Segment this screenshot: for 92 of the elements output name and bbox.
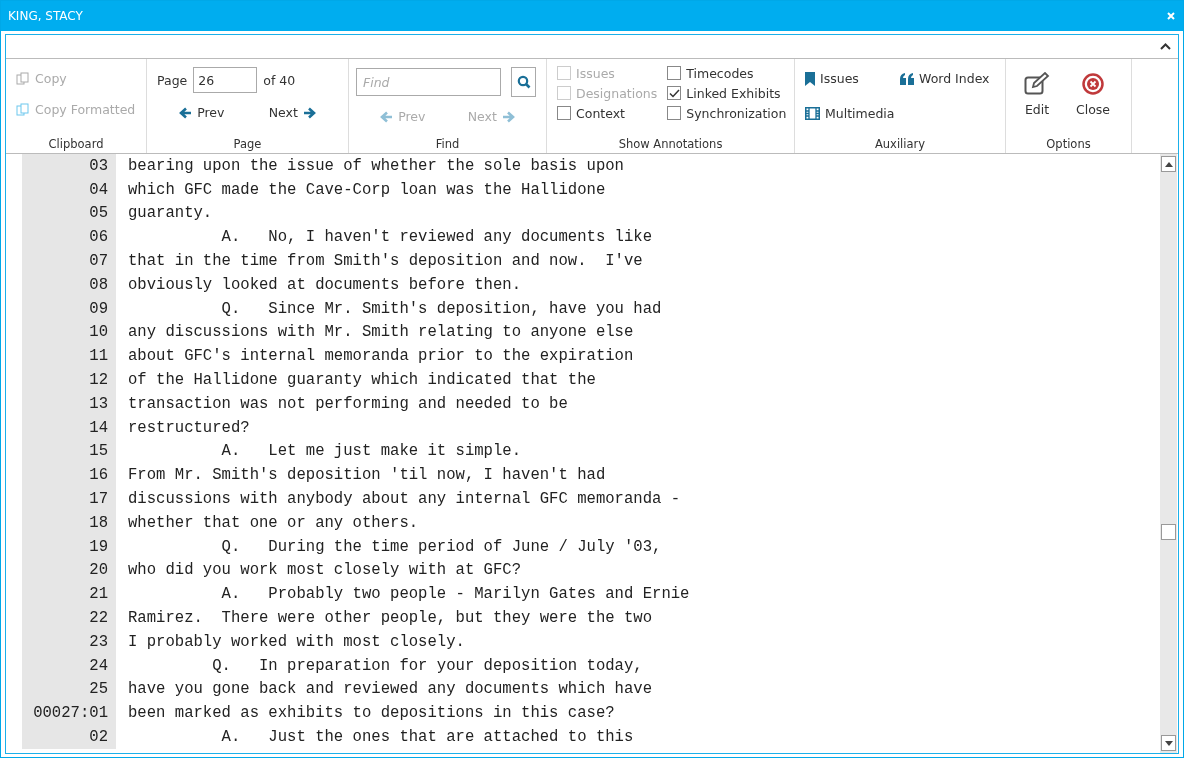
window-title: KING, STACY — [8, 9, 83, 23]
film-icon — [805, 107, 820, 120]
close-circle-icon — [1081, 72, 1106, 96]
transcript-line: which GFC made the Cave-Corp loan was the Hallidone — [128, 180, 606, 199]
auxiliary-button[interactable]: Word Index — [900, 71, 995, 86]
prev-page-button[interactable]: Prev — [179, 105, 225, 120]
line-number: 05 — [22, 201, 116, 226]
transcript-line: guaranty. — [128, 204, 213, 223]
group-label: Auxiliary — [873, 137, 927, 153]
pencil-square-icon — [1024, 72, 1050, 96]
close-button[interactable]: Close — [1076, 72, 1111, 137]
up-triangle-icon[interactable] — [1164, 161, 1173, 167]
line-number: 04 — [22, 177, 116, 202]
group-label: Find — [434, 137, 461, 153]
line-number: 25 — [22, 677, 116, 702]
line-number: 15 — [22, 439, 116, 464]
edit-button[interactable]: Edit — [1024, 72, 1050, 137]
transcript-line: obviously looked at documents before then. — [128, 275, 522, 294]
quote-icon — [900, 72, 914, 85]
transcript-line: who did you work most closely with at GFC? — [128, 561, 522, 580]
check-icon — [668, 88, 680, 98]
auxiliary-button[interactable]: Multimedia — [805, 106, 900, 121]
line-number: 19 — [22, 534, 116, 559]
annotation-checkbox[interactable]: Synchronization — [667, 105, 787, 121]
line-number: 23 — [22, 629, 116, 654]
next-page-button[interactable]: Next — [268, 105, 316, 120]
group-label: Options — [1045, 137, 1092, 153]
line-number: 10 — [22, 320, 116, 345]
page-number-field[interactable]: 26 — [193, 67, 258, 93]
transcript-line: Q. Since Mr. Smith's deposition, have you had — [220, 299, 662, 318]
transcript-line: Q. In preparation for your deposition today, — [211, 656, 643, 675]
right-arrow-icon — [501, 110, 515, 123]
copy-icon — [16, 71, 30, 86]
annotation-checkbox[interactable]: Context — [557, 105, 658, 121]
line-number: 07 — [22, 249, 116, 273]
transcript-line: A. Just the ones that are attached to this — [220, 728, 634, 746]
transcript-line: From Mr. Smith's deposition 'til now, I haven't had — [128, 466, 606, 485]
line-number: 12 — [22, 368, 116, 392]
transcript-line: been marked as exhibits to depositions in this case? — [128, 704, 615, 723]
annotation-checkbox[interactable]: Linked Exhibits — [667, 85, 787, 101]
line-number: 17 — [22, 487, 116, 511]
transcript-line: Ramirez. There were other people, but they were the two — [128, 609, 653, 628]
bookmark-icon — [805, 71, 815, 86]
transcript-line: bearing upon the issue of whether the sole basis upon — [128, 156, 624, 175]
transcript-line: A. Let me just make it simple. — [220, 442, 522, 461]
line-number: 02 — [22, 725, 116, 749]
group-label: Page — [232, 137, 263, 153]
line-number: 14 — [22, 415, 116, 440]
line-number: 18 — [22, 510, 116, 535]
left-arrow-icon — [380, 110, 394, 123]
transcript-line: any discussions with Mr. Smith relating to anyone else — [128, 323, 634, 342]
transcript-line: that in the time from Smith's deposition and now. I've — [128, 252, 643, 271]
transcript-line: I probably worked with most closely. — [128, 632, 465, 651]
left-arrow-icon — [179, 106, 193, 119]
line-number: 06 — [22, 225, 116, 250]
line-number: 20 — [22, 558, 116, 583]
auxiliary-button[interactable]: Issues — [805, 71, 900, 86]
transcript-line: have you gone back and reviewed any documents which have — [128, 680, 653, 699]
page-count: of 40 — [263, 72, 296, 88]
line-number: 21 — [22, 582, 116, 607]
transcript-line: transaction was not performing and needed to be — [128, 394, 568, 413]
line-number: 03 — [22, 154, 116, 178]
line-number: 16 — [22, 463, 116, 488]
line-number: 22 — [22, 606, 116, 630]
page-label: Page — [157, 72, 188, 88]
transcript-line: A. Probably two people - Marilyn Gates and Ernie — [220, 585, 690, 604]
right-arrow-icon — [302, 106, 316, 119]
close-icon[interactable] — [1167, 12, 1175, 20]
transcript-line: of the Hallidone guaranty which indicated that the — [128, 371, 596, 390]
line-number: 24 — [22, 653, 116, 678]
group-label: Show Annotations — [617, 137, 724, 153]
transcript-line: about GFC's internal memoranda prior to the expiration — [128, 347, 634, 366]
transcript-line: Q. During the time period of June / July '03, — [220, 537, 662, 556]
annotation-checkbox[interactable]: Timecodes — [667, 65, 787, 81]
transcript-line: discussions with anybody about any internal GFC memoranda - — [128, 490, 681, 509]
scrollbar[interactable] — [1160, 154, 1177, 753]
group-label: Clipboard — [47, 137, 105, 153]
line-number: 00027:01 — [22, 701, 116, 726]
search-button[interactable] — [511, 67, 536, 97]
search-icon — [516, 75, 531, 89]
transcript-line: A. No, I haven't reviewed any documents like — [220, 228, 653, 247]
copy-icon — [16, 102, 30, 117]
line-number: 09 — [22, 296, 116, 321]
line-number: 13 — [22, 391, 116, 416]
down-triangle-icon[interactable] — [1164, 740, 1173, 746]
transcript-line: restructured? — [128, 418, 250, 437]
transcript-line: whether that one or any others. — [128, 513, 419, 532]
find-field[interactable]: Find — [356, 68, 501, 96]
line-number: 08 — [22, 273, 116, 297]
collapse-caret-icon[interactable] — [1160, 43, 1171, 50]
scrollbar-thumb[interactable] — [1161, 524, 1176, 540]
line-number: 11 — [22, 344, 116, 369]
